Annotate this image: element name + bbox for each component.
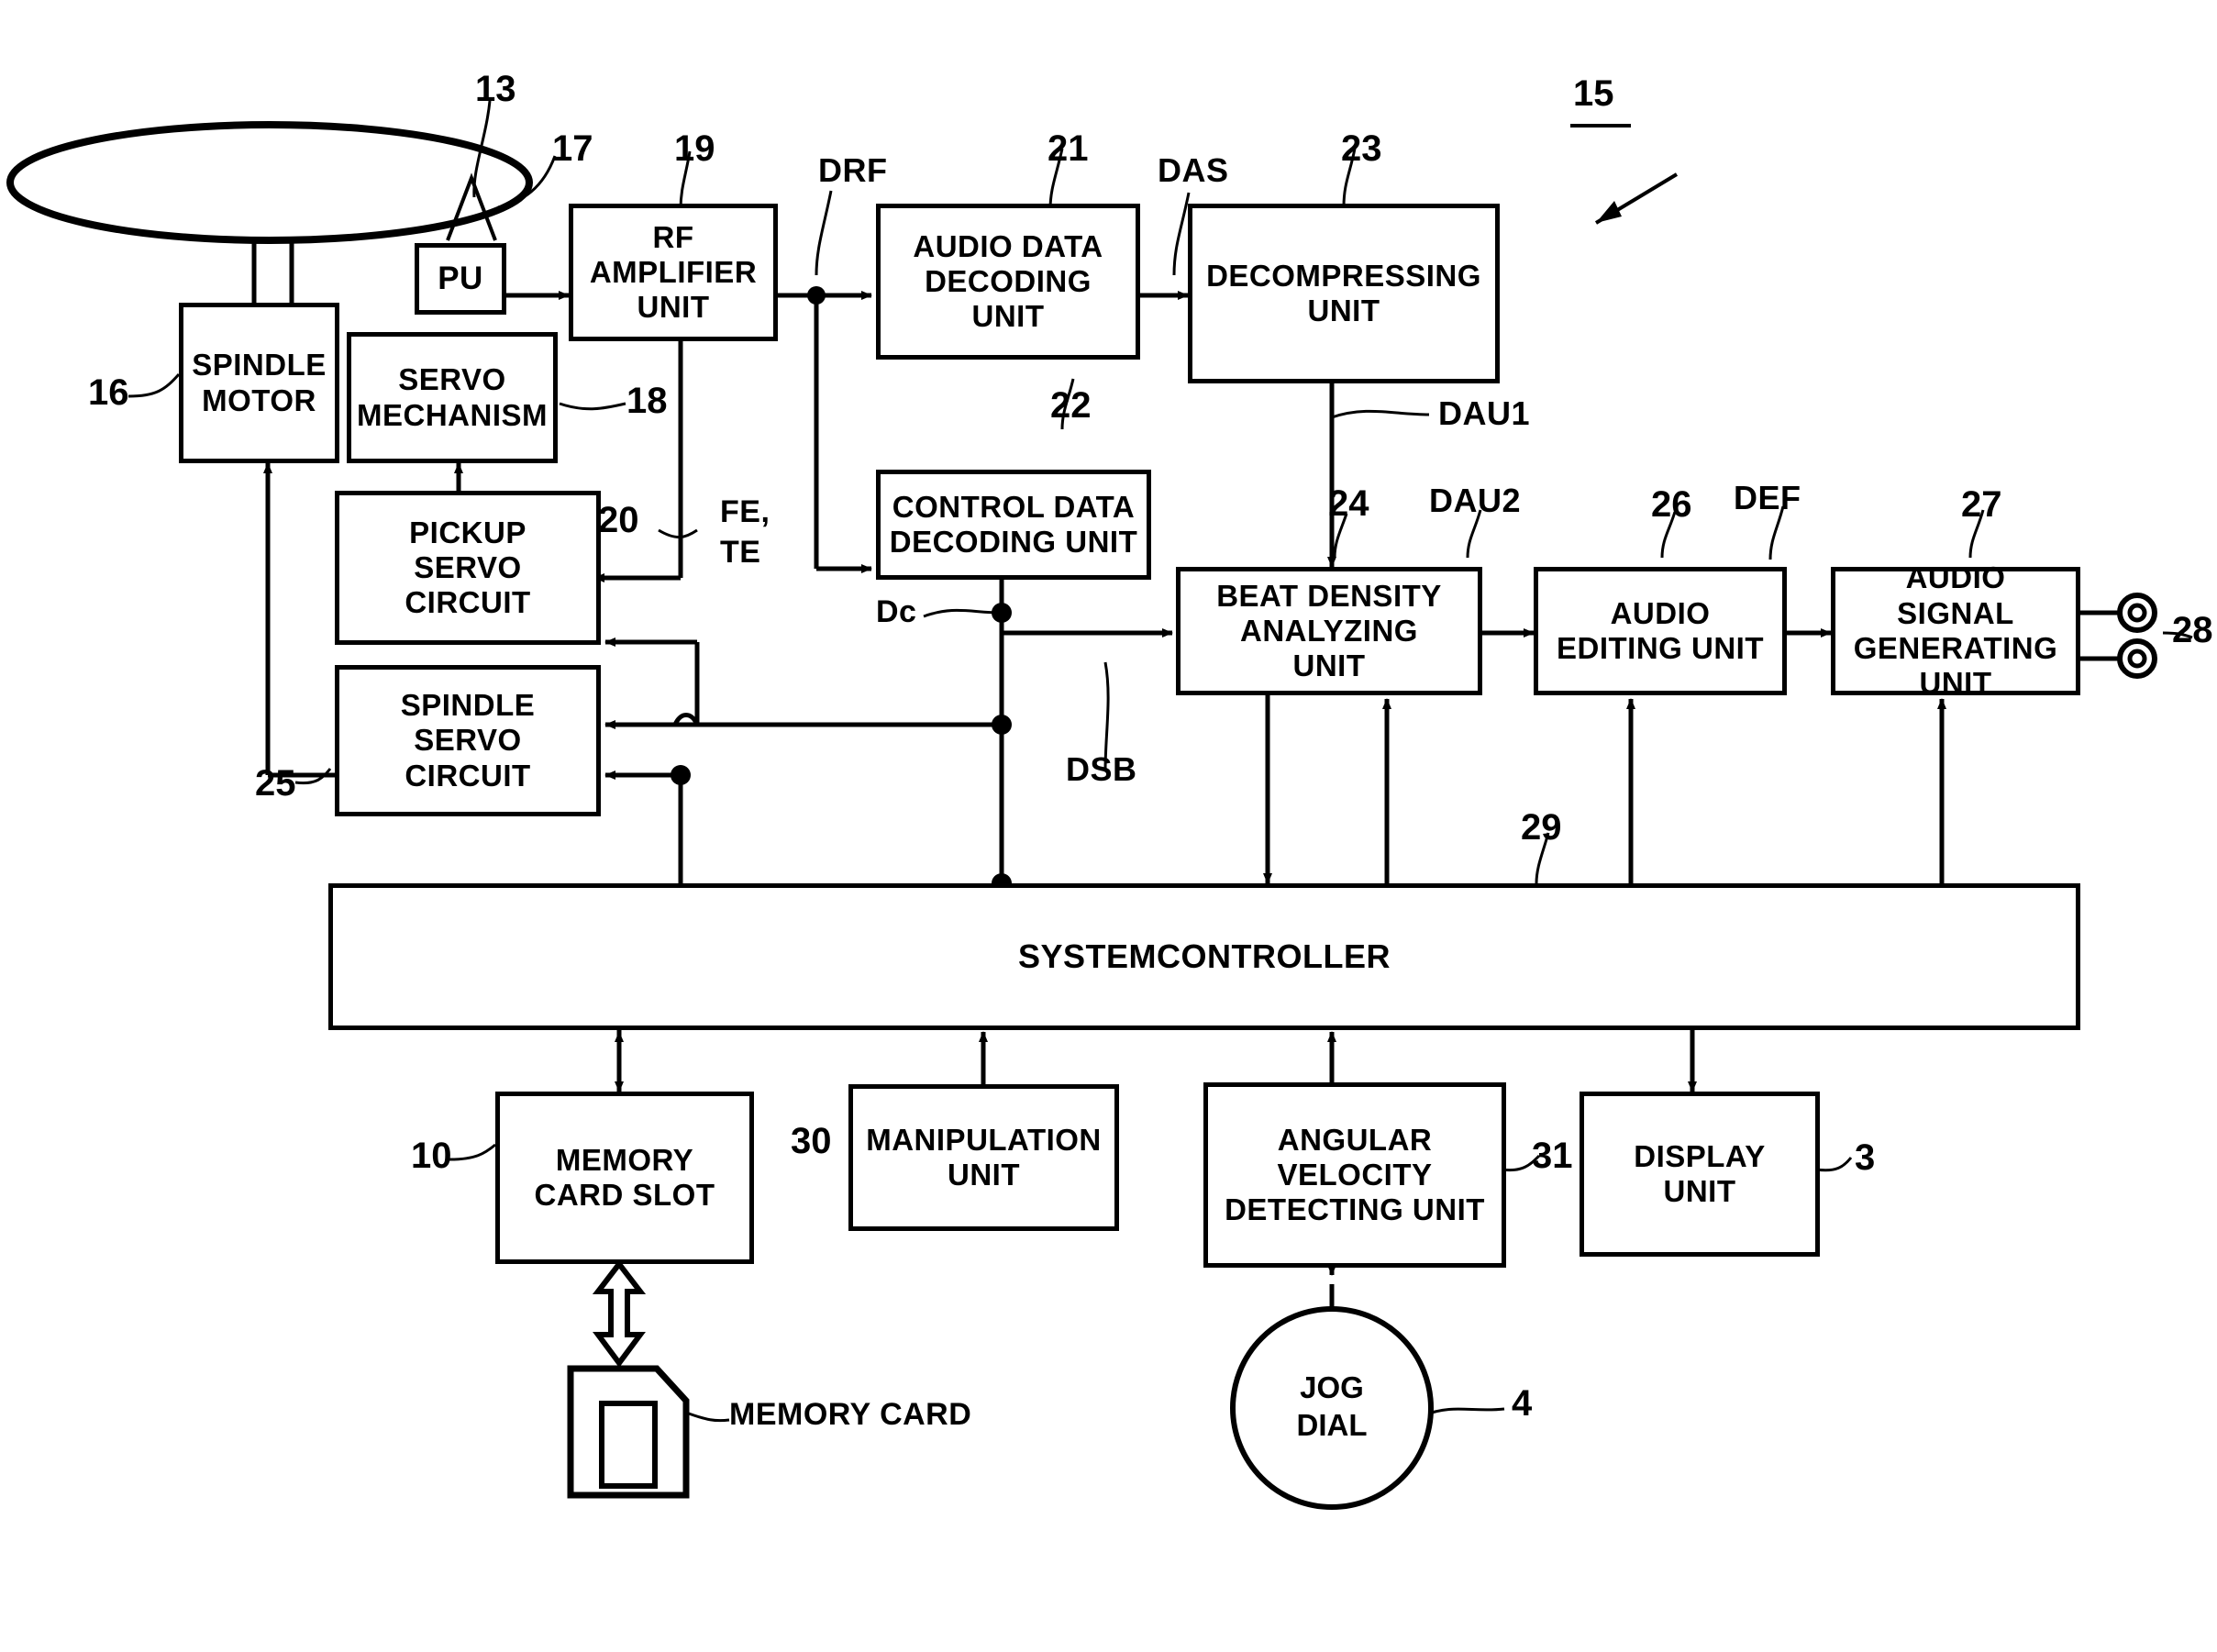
ref-29: 29: [1521, 807, 1562, 848]
mcs-line2: CARD SLOT: [534, 1178, 715, 1212]
ref-15: 15: [1573, 73, 1614, 114]
memory-card-label: MEMORY CARD: [729, 1397, 972, 1432]
ref-24: 24: [1328, 483, 1369, 524]
spindle-servo-line2: SERVO: [414, 723, 522, 758]
block-servo-mechanism[interactable]: SERVO MECHANISM: [347, 332, 558, 463]
block-rf-amplifier-unit[interactable]: RF AMPLIFIER UNIT: [569, 204, 778, 341]
figure-canvas: SPINDLE MOTOR SERVO MECHANISM PU RF AMPL…: [0, 0, 2217, 1652]
optical-disc: [6, 121, 533, 244]
fe-te-line1: FE,: [720, 494, 770, 529]
block-angular-velocity-detecting-unit[interactable]: ANGULAR VELOCITY DETECTING UNIT: [1203, 1082, 1506, 1268]
block-audio-data-decoding-unit[interactable]: AUDIO DATA DECODING UNIT: [876, 204, 1140, 360]
pickup-servo-line1: PICKUP: [409, 515, 527, 549]
asg-line3: UNIT: [1919, 666, 1992, 701]
asg-line1: AUDIO SIGNAL: [1897, 560, 2014, 630]
block-beat-density-analyzing-unit[interactable]: BEAT DENSITY ANALYZING UNIT: [1176, 567, 1482, 695]
adu-line1: AUDIO DATA: [913, 228, 1103, 263]
ref-21: 21: [1048, 128, 1089, 169]
ref-31: 31: [1532, 1136, 1573, 1176]
ref-10: 10: [411, 1136, 452, 1176]
decomp-line1: DECOMPRESSING: [1206, 258, 1481, 293]
ref-22: 22: [1050, 385, 1092, 426]
signal-label-fe-te: FE, TE: [720, 492, 770, 572]
signal-label-def: DEF: [1734, 479, 1801, 516]
block-decompressing-unit[interactable]: DECOMPRESSING UNIT: [1188, 204, 1500, 383]
ref-19: 19: [674, 128, 715, 169]
cdd-line2: DECODING UNIT: [889, 525, 1138, 559]
ref-23: 23: [1341, 128, 1382, 169]
block-spindle-motor[interactable]: SPINDLE MOTOR: [179, 303, 339, 463]
beat-density-line3: UNIT: [1292, 649, 1366, 683]
spindle-motor-line1: SPINDLE: [192, 348, 327, 383]
rf-amp-line3: UNIT: [637, 290, 710, 325]
ref-20: 20: [598, 500, 639, 540]
spindle-servo-line1: SPINDLE: [400, 688, 536, 723]
block-audio-signal-generating-unit[interactable]: AUDIO SIGNAL GENERATING UNIT: [1831, 560, 2080, 700]
block-control-data-decoding-unit[interactable]: CONTROL DATA DECODING UNIT: [876, 470, 1151, 580]
block-pickup-unit[interactable]: PU: [415, 243, 506, 315]
ref-18: 18: [626, 381, 668, 421]
adu-line2: DECODING: [925, 263, 1092, 298]
block-pickup-servo-circuit[interactable]: PICKUP SERVO CIRCUIT: [335, 491, 601, 645]
block-memory-card-slot[interactable]: MEMORY CARD SLOT: [495, 1092, 754, 1264]
signal-label-drf: DRF: [818, 151, 888, 189]
block-spindle-servo-circuit[interactable]: SPINDLE SERVO CIRCUIT: [335, 665, 601, 816]
spindle-servo-line3: CIRCUIT: [405, 758, 531, 793]
fe-te-line2: TE: [720, 535, 761, 571]
adu-line3: UNIT: [971, 299, 1045, 334]
avdu-line1: ANGULAR: [1277, 1122, 1433, 1157]
servo-mechanism-line1: SERVO: [398, 362, 506, 397]
ref-16: 16: [88, 372, 129, 413]
audio-editing-line1: AUDIO: [1610, 595, 1711, 630]
pu-label: PU: [438, 260, 483, 296]
ref-13: 13: [475, 69, 516, 109]
ref-3: 3: [1855, 1137, 1876, 1178]
ref-26: 26: [1651, 484, 1692, 525]
signal-label-das: DAS: [1158, 151, 1229, 189]
ref-25: 25: [255, 763, 296, 804]
ref-27: 27: [1961, 484, 2002, 525]
block-manipulation-unit[interactable]: MANIPULATION UNIT: [848, 1084, 1119, 1231]
asg-line2: GENERATING: [1853, 631, 2058, 665]
avdu-line2: VELOCITY: [1277, 1157, 1433, 1192]
jog-dial-line2: DIAL: [1296, 1408, 1368, 1443]
cdd-line1: CONTROL DATA: [892, 489, 1136, 524]
block-audio-editing-unit[interactable]: AUDIO EDITING UNIT: [1534, 567, 1787, 695]
display-line1: DISPLAY: [1634, 1138, 1766, 1173]
manip-line1: MANIPULATION: [866, 1122, 1102, 1157]
block-system-controller[interactable]: SYSTEMCONTROLLER: [328, 883, 2080, 1030]
rf-amp-line2: AMPLIFIER: [589, 254, 758, 289]
signal-label-dau2: DAU2: [1429, 482, 1522, 519]
ref-28: 28: [2172, 610, 2213, 650]
servo-mechanism-line2: MECHANISM: [357, 397, 548, 432]
avdu-line3: DETECTING UNIT: [1225, 1192, 1485, 1227]
beat-density-line1: BEAT DENSITY: [1216, 578, 1442, 613]
pickup-servo-line3: CIRCUIT: [405, 585, 531, 620]
ref-15-underline: [1570, 124, 1631, 128]
jog-dial-text: JOG DIAL: [1240, 1369, 1424, 1445]
block-display-unit[interactable]: DISPLAY UNIT: [1580, 1092, 1820, 1257]
signal-label-dc: Dc: [876, 594, 917, 629]
decomp-line2: UNIT: [1307, 294, 1380, 327]
mcs-line1: MEMORY: [555, 1142, 694, 1177]
audio-editing-line2: EDITING UNIT: [1557, 631, 1764, 665]
ref-30: 30: [791, 1121, 832, 1161]
jog-dial-line1: JOG: [1300, 1370, 1364, 1404]
spindle-motor-line2: MOTOR: [202, 383, 316, 417]
system-controller-label: SYSTEMCONTROLLER: [1017, 937, 1391, 976]
signal-label-dsb: DSB: [1066, 750, 1137, 788]
signal-label-dau1: DAU1: [1438, 394, 1531, 432]
display-line2: UNIT: [1663, 1174, 1736, 1208]
beat-density-line2: ANALYZING: [1240, 613, 1418, 648]
ref-17: 17: [552, 128, 593, 169]
pickup-servo-line2: SERVO: [414, 549, 522, 584]
manip-line2: UNIT: [948, 1158, 1020, 1192]
ref-4: 4: [1512, 1383, 1533, 1424]
rf-amp-line1: RF: [652, 219, 694, 254]
